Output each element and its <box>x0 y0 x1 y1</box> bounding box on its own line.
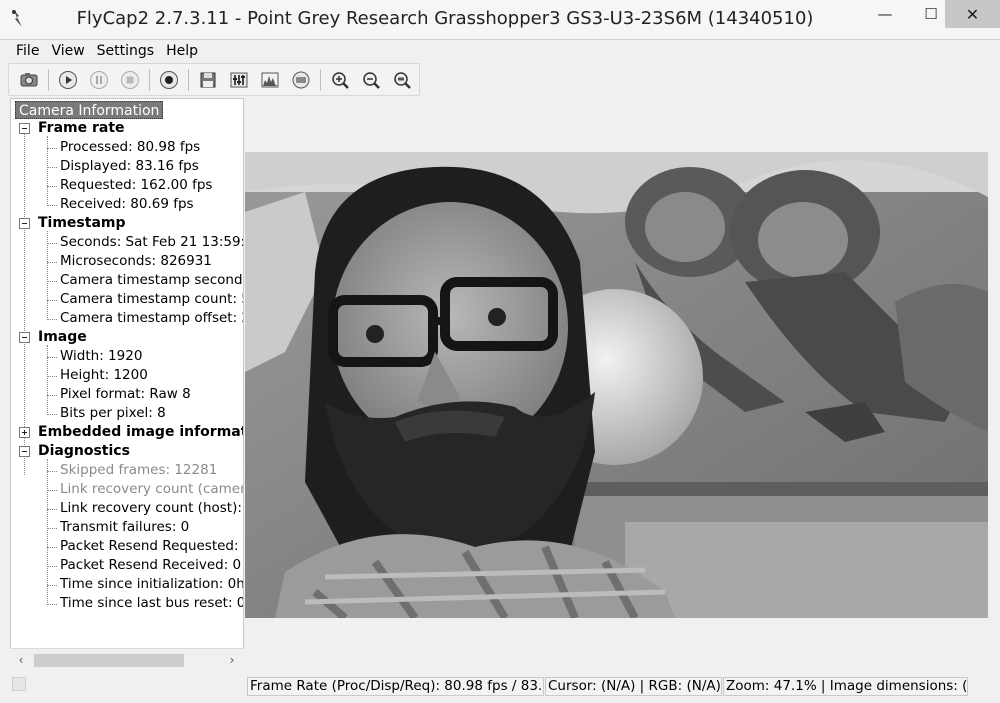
toolbar-separator <box>188 68 189 91</box>
status-zoom-dimensions: Zoom: 47.1% | Image dimensions: (1 <box>723 677 968 696</box>
tree-item[interactable]: Width: 1920 <box>11 347 243 366</box>
zoom-100-icon[interactable] <box>388 68 415 92</box>
scroll-left-arrow-icon[interactable]: ‹ <box>12 651 30 669</box>
tree-item-text: Camera timestamp seconds <box>60 272 244 288</box>
tree-group-label: Embedded image informatio <box>38 424 244 440</box>
panel-horizontal-scrollbar[interactable]: ‹ › <box>10 648 244 670</box>
status-frame-rate: Frame Rate (Proc/Disp/Req): 80.98 fps / … <box>247 677 544 696</box>
tree-item[interactable]: Displayed: 83.16 fps <box>11 157 243 176</box>
collapse-icon[interactable] <box>19 123 30 134</box>
tree-item[interactable]: Packet Resend Received: 0 <box>11 556 243 575</box>
tree-item-text: Packet Resend Requested: 0 <box>60 538 244 554</box>
tree-item-text: Camera timestamp count: 5 <box>60 291 244 307</box>
tree-group[interactable]: Embedded image informatio <box>11 423 244 442</box>
tree-group-label: Timestamp <box>38 215 126 231</box>
tree-item-text: Time since last bus reset: 0 <box>60 595 244 611</box>
toolbar-separator <box>149 68 150 91</box>
menu-bar: File View Settings Help <box>0 40 1000 62</box>
menu-settings[interactable]: Settings <box>91 43 160 59</box>
status-bar: Frame Rate (Proc/Disp/Req): 80.98 fps / … <box>0 675 1000 703</box>
histogram-icon[interactable] <box>256 68 283 92</box>
tree-item[interactable]: Microseconds: 826931 <box>11 252 243 271</box>
tree-item[interactable]: Camera timestamp seconds <box>11 271 244 290</box>
tree-item[interactable]: Packet Resend Requested: 0 <box>11 537 244 556</box>
expand-icon[interactable] <box>19 427 30 438</box>
menu-help[interactable]: Help <box>160 43 204 59</box>
tree-item[interactable]: Link recovery count (host): 0 <box>11 499 244 518</box>
toolbar <box>8 63 420 96</box>
tree-item-text: Packet Resend Received: 0 <box>60 557 242 573</box>
tree-group-label: Diagnostics <box>38 443 130 459</box>
tree-group[interactable]: Timestamp <box>11 214 243 233</box>
collapse-icon[interactable] <box>19 446 30 457</box>
zoom-in-icon[interactable] <box>326 68 353 92</box>
tree-group[interactable]: Image <box>11 328 243 347</box>
tree-item[interactable]: Seconds: Sat Feb 21 13:59:1 <box>11 233 244 252</box>
record-icon[interactable] <box>155 68 182 92</box>
tree-item[interactable]: Height: 1200 <box>11 366 243 385</box>
tree-item-text: Link recovery count (host): 0 <box>60 500 244 516</box>
tree-item-text: Displayed: 83.16 fps <box>60 158 199 174</box>
flycap-app-icon[interactable] <box>8 8 28 30</box>
play-icon[interactable] <box>54 68 81 92</box>
image-viewport[interactable] <box>245 98 1000 670</box>
tree-item-text: Time since initialization: 0h <box>60 576 244 592</box>
status-cursor-rgb: Cursor: (N/A) | RGB: (N/A) <box>545 677 722 696</box>
tree-item[interactable]: Received: 80.69 fps <box>11 195 243 214</box>
tree-item[interactable]: Transmit failures: 0 <box>11 518 243 537</box>
tree-item-text: Bits per pixel: 8 <box>60 405 166 421</box>
tree-item[interactable]: Bits per pixel: 8 <box>11 404 243 423</box>
tree-item-text: Width: 1920 <box>60 348 143 364</box>
stop-icon[interactable] <box>116 68 143 92</box>
tree-item-text: Pixel format: Raw 8 <box>60 386 191 402</box>
tree-item[interactable]: Time since last bus reset: 0 <box>11 594 244 613</box>
tree-item[interactable]: Link recovery count (camera <box>11 480 244 499</box>
tree-item-text: Seconds: Sat Feb 21 13:59:1 <box>60 234 244 250</box>
scrollbar-thumb[interactable] <box>34 654 184 667</box>
zoom-out-icon[interactable] <box>357 68 384 92</box>
tree-item[interactable]: Camera timestamp count: 5 <box>11 290 244 309</box>
tree-item-text: Link recovery count (camera <box>60 481 244 497</box>
status-grip-icon <box>12 677 26 691</box>
tree-item[interactable]: Processed: 80.98 fps <box>11 138 243 157</box>
tree-group[interactable]: Frame rate <box>11 119 243 138</box>
tree-group-label: Frame rate <box>38 120 125 136</box>
save-icon[interactable] <box>194 68 221 92</box>
tree-item[interactable]: Skipped frames: 12281 <box>11 461 243 480</box>
camera-image[interactable] <box>245 152 988 618</box>
panel-header[interactable]: Camera Information <box>15 101 164 119</box>
tree-item[interactable]: Camera timestamp offset: 2 <box>11 309 244 328</box>
title-bar: FlyCap2 2.7.3.11 - Point Grey Research G… <box>0 0 1000 40</box>
camera-icon[interactable] <box>15 68 42 92</box>
event-icon[interactable] <box>287 68 314 92</box>
collapse-icon[interactable] <box>19 218 30 229</box>
tree-item-text: Camera timestamp offset: 2 <box>60 310 244 326</box>
settings-icon[interactable] <box>225 68 252 92</box>
close-button[interactable]: ✕ <box>945 0 1000 28</box>
menu-file[interactable]: File <box>10 43 45 59</box>
tree-item[interactable]: Pixel format: Raw 8 <box>11 385 243 404</box>
tree-item-text: Received: 80.69 fps <box>60 196 194 212</box>
tree-item[interactable]: Requested: 162.00 fps <box>11 176 243 195</box>
scroll-right-arrow-icon[interactable]: › <box>223 651 241 669</box>
tree-group-label: Image <box>38 329 87 345</box>
tree-item-text: Skipped frames: 12281 <box>60 462 218 478</box>
tree-item[interactable]: Time since initialization: 0h <box>11 575 244 594</box>
tree-item-text: Microseconds: 826931 <box>60 253 212 269</box>
minimize-button[interactable]: — <box>862 0 908 28</box>
tree-item-text: Processed: 80.98 fps <box>60 139 201 155</box>
tree-item-text: Transmit failures: 0 <box>60 519 190 535</box>
camera-info-panel[interactable]: Camera Information Frame rate Processed: … <box>10 98 244 670</box>
tree-group[interactable]: Diagnostics <box>11 442 243 461</box>
tree-item-text: Height: 1200 <box>60 367 148 383</box>
toolbar-separator <box>48 68 49 91</box>
window-title: FlyCap2 2.7.3.11 - Point Grey Research G… <box>76 8 814 29</box>
collapse-icon[interactable] <box>19 332 30 343</box>
tree-item-text: Requested: 162.00 fps <box>60 177 213 193</box>
toolbar-separator <box>320 68 321 91</box>
menu-view[interactable]: View <box>45 43 90 59</box>
pause-icon[interactable] <box>85 68 112 92</box>
